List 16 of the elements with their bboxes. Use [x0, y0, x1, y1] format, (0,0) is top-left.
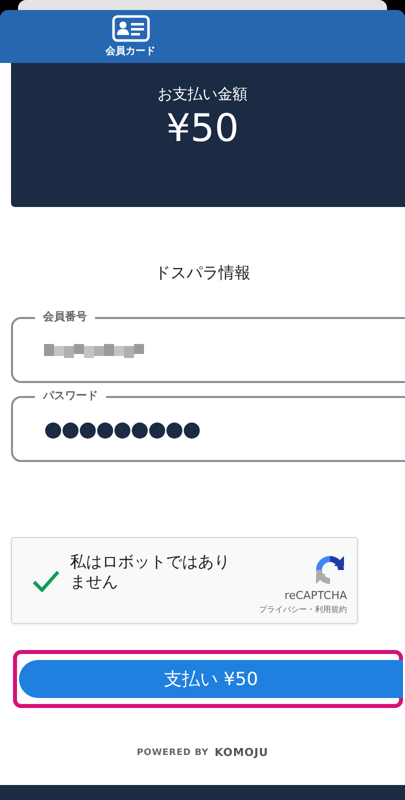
member-card-tab[interactable]: 会員カード: [103, 10, 158, 63]
pay-button[interactable]: 支払い ¥50: [19, 660, 403, 698]
id-card-icon: [112, 15, 150, 42]
privacy-terms-link[interactable]: プライバシー・利用規約: [259, 604, 347, 614]
amount-value: ¥50: [166, 106, 239, 150]
section-title: ドスパラ情報: [154, 263, 250, 284]
field-label: 会員番号: [35, 310, 95, 324]
komoju-logo: KOMOJU: [214, 746, 268, 759]
checkmark-icon[interactable]: [32, 568, 60, 592]
password-value: ●●●●●●●●●: [44, 417, 200, 441]
blurred-value-icon: [44, 342, 144, 358]
recaptcha-brand: reCAPTCHA: [284, 588, 347, 602]
amount-label: お支払い金額: [158, 85, 248, 104]
captcha-label: 私はロボットではありません: [70, 552, 231, 592]
powered-by-text: POWERED BY: [136, 748, 209, 758]
field-label: パスワード: [35, 389, 106, 403]
